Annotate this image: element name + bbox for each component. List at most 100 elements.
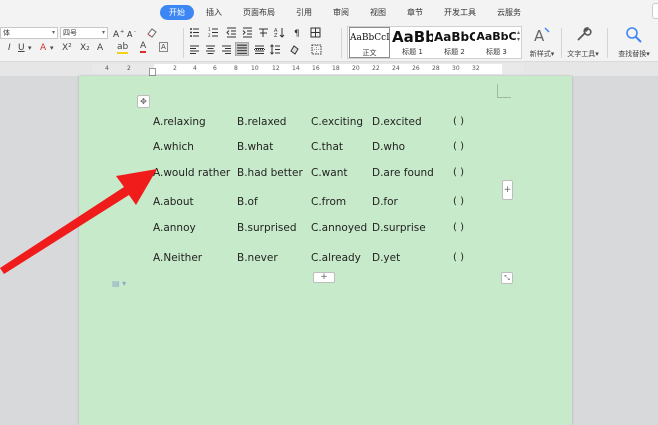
chevron-down-icon[interactable]: ▾	[50, 44, 54, 52]
question-option: C.annoyed	[311, 222, 368, 234]
font-name-value: 体	[3, 29, 10, 37]
border-icon[interactable]	[311, 44, 322, 55]
style-preview: AaBbCcI	[350, 33, 390, 43]
separator	[607, 28, 608, 58]
svg-text:A: A	[113, 30, 120, 39]
add-row-button[interactable]: +	[313, 272, 335, 283]
tab-insert[interactable]: 插入	[197, 5, 231, 20]
answer-blank[interactable]: ( )	[453, 196, 464, 207]
document-page[interactable]: ✥ A.relaxing B.relaxed C.exciting D.exci…	[79, 76, 572, 425]
chinese-layout-icon[interactable]	[258, 27, 269, 38]
highlight-icon[interactable]: ab	[117, 42, 129, 54]
question-option: B.surprised	[237, 222, 297, 234]
superscript-icon[interactable]: X²	[62, 43, 72, 53]
question-option: D.excited	[372, 116, 422, 128]
resize-table-icon[interactable]: ⤡	[501, 272, 513, 284]
question-option: B.what	[237, 141, 274, 153]
text-effect-icon[interactable]: A	[97, 43, 103, 53]
answer-blank[interactable]: ( )	[453, 141, 464, 152]
question-option: A.Neither	[153, 252, 203, 264]
new-style-button[interactable]: A 新样式▾	[522, 26, 562, 59]
question-option: C.that	[311, 141, 343, 153]
style-normal[interactable]: AaBbCcI 正文	[349, 27, 390, 58]
question-option: B.never	[237, 252, 278, 264]
line-spacing-icon[interactable]	[270, 44, 281, 55]
tab-review[interactable]: 审阅	[324, 5, 358, 20]
tab-section[interactable]: 章节	[398, 5, 432, 20]
chevron-down-icon[interactable]: ▾	[28, 44, 32, 52]
indent-marker[interactable]	[149, 68, 156, 76]
subscript-icon[interactable]: X₂	[80, 43, 90, 53]
svg-text:-: -	[134, 29, 136, 35]
question-option: B.had better	[237, 167, 303, 179]
gallery-expand-icon[interactable]: ▴ ▾	[517, 29, 520, 43]
char-border-icon[interactable]: A	[159, 42, 168, 52]
strikethrough-icon[interactable]: A	[40, 43, 46, 53]
ruler-number: 32	[472, 65, 480, 72]
style-gallery: AaBbCcI 正文 AaBb 标题 1 AaBbC 标题 2 AaBbC 标题…	[347, 26, 522, 59]
ruler-number: 2	[173, 65, 177, 72]
style-heading-3[interactable]: AaBbC 标题 3	[476, 27, 517, 58]
separator	[561, 28, 562, 58]
find-replace-button[interactable]: 查找替换▾	[612, 26, 656, 59]
justify-icon	[237, 44, 247, 54]
paste-options-icon[interactable]: ▤ ▾	[112, 279, 126, 288]
svg-text:+: +	[120, 29, 124, 35]
ruler-number: 2	[127, 65, 131, 72]
underline-icon[interactable]: U	[18, 43, 25, 53]
page-corner-mark	[497, 84, 511, 98]
distributed-align-icon[interactable]	[254, 44, 265, 55]
ribbon-toolbar: 体 ▾ 四号 ▾ A + A- I U ▾ A ▾ X² X₂ A ab A A …	[0, 24, 658, 62]
show-marks-icon[interactable]: ¶	[292, 27, 303, 38]
italic-icon[interactable]: I	[8, 43, 11, 53]
question-option: C.exciting	[311, 116, 364, 128]
style-heading-2[interactable]: AaBbC 标题 2	[434, 27, 475, 58]
add-column-button[interactable]: +	[502, 180, 513, 200]
ruler-number: 22	[372, 65, 380, 72]
sort-icon[interactable]: AZ	[274, 27, 285, 38]
grow-font-icon[interactable]: A +	[113, 28, 124, 39]
separator	[183, 28, 184, 58]
align-center-icon[interactable]	[205, 44, 216, 55]
question-option: D.surprise	[372, 222, 426, 234]
justify-button[interactable]	[235, 42, 249, 56]
clear-format-icon[interactable]	[146, 27, 157, 38]
text-tools-button[interactable]: 文字工具▾	[563, 26, 603, 59]
decrease-indent-icon[interactable]	[226, 27, 237, 38]
align-right-icon[interactable]	[221, 44, 232, 55]
font-color-icon[interactable]: A	[140, 41, 147, 53]
horizontal-ruler[interactable]: 4 2 2 4 6 8 10 12 14 16 18 20 22 24 26 2…	[0, 62, 658, 76]
align-left-icon[interactable]	[189, 44, 200, 55]
ruler-left-margin	[92, 64, 154, 74]
shading-icon[interactable]	[289, 44, 300, 55]
question-option: D.for	[372, 196, 398, 208]
tab-cloud-service[interactable]: 云服务	[488, 5, 530, 20]
ruler-number: 10	[251, 65, 259, 72]
tab-view[interactable]: 视图	[361, 5, 395, 20]
tab-page-layout[interactable]: 页面布局	[234, 5, 284, 20]
answer-blank[interactable]: ( )	[453, 116, 464, 127]
ruler-right-margin	[502, 64, 524, 74]
numbered-list-icon[interactable]: 12	[208, 27, 219, 38]
answer-blank[interactable]: ( )	[453, 252, 464, 263]
table-format-icon[interactable]	[310, 27, 321, 38]
question-option: C.from	[311, 196, 347, 208]
tab-home[interactable]: 开始	[160, 5, 194, 20]
table-move-handle[interactable]: ✥	[137, 95, 150, 108]
bullet-list-icon[interactable]	[189, 27, 200, 38]
style-heading-1[interactable]: AaBb 标题 1	[392, 27, 433, 58]
question-option: D.are found	[372, 167, 434, 179]
increase-indent-icon[interactable]	[242, 27, 253, 38]
ruler-number: 4	[193, 65, 197, 72]
style-preview: AaBbC	[434, 30, 475, 44]
shrink-font-icon[interactable]: A-	[127, 28, 138, 39]
search-box-edge[interactable]	[652, 3, 658, 19]
svg-text:1: 1	[208, 27, 211, 32]
font-name-select[interactable]: 体 ▾	[0, 27, 58, 39]
font-size-select[interactable]: 四号 ▾	[60, 27, 108, 39]
answer-blank[interactable]: ( )	[453, 167, 464, 178]
tab-developer[interactable]: 开发工具	[435, 5, 485, 20]
tab-references[interactable]: 引用	[287, 5, 321, 20]
answer-blank[interactable]: ( )	[453, 222, 464, 233]
style-preview: AaBbC	[476, 30, 517, 43]
